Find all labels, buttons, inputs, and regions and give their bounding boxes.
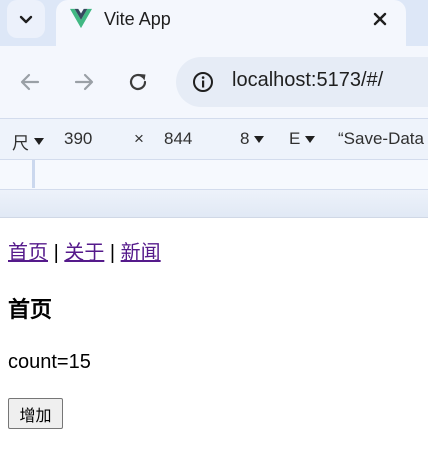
width-value: 390 xyxy=(64,129,93,148)
nav-link-about[interactable]: 关于 xyxy=(64,242,104,264)
chevron-down-icon xyxy=(19,15,33,24)
tab-close-button[interactable] xyxy=(368,7,392,31)
media-query-bar xyxy=(0,160,428,190)
page-nav: 首页 | 关于 | 新闻 xyxy=(8,236,161,265)
ruler-marker[interactable] xyxy=(32,160,35,188)
add-button[interactable]: 增加 xyxy=(8,398,63,429)
arrow-right-icon xyxy=(74,73,94,91)
zoom-dropdown[interactable]: 8 xyxy=(240,129,265,149)
forward-button[interactable] xyxy=(71,69,97,95)
device-dropdown[interactable]: 尺 xyxy=(12,129,44,154)
throttle-dropdown[interactable]: E xyxy=(289,129,316,149)
times-icon: × xyxy=(134,129,144,148)
ruler-bar xyxy=(0,190,428,218)
nav-link-news[interactable]: 新闻 xyxy=(121,242,161,264)
nav-link-home[interactable]: 首页 xyxy=(8,242,48,264)
caret-down-icon xyxy=(254,135,265,143)
height-input[interactable]: 844 xyxy=(164,129,192,149)
back-button[interactable] xyxy=(17,69,43,95)
device-label: 尺 xyxy=(12,134,29,153)
save-data-label: “Save-Data xyxy=(338,129,424,148)
arrow-left-icon xyxy=(20,73,40,91)
save-data-dropdown[interactable]: “Save-Data xyxy=(338,129,424,149)
dimension-separator: × xyxy=(134,129,144,149)
tab-title: Vite App xyxy=(104,9,171,29)
nav-separator: | xyxy=(109,242,116,264)
caret-down-icon xyxy=(34,138,44,145)
nav-separator: | xyxy=(53,242,59,264)
browser-tab[interactable]: Vite App xyxy=(56,0,406,46)
count-display: count=15 xyxy=(8,351,91,373)
tab-search-button[interactable] xyxy=(7,0,45,38)
zoom-label: 8 xyxy=(240,129,250,148)
caret-down-icon xyxy=(305,135,316,143)
device-toolbar: 尺 390 × 844 8 E “Save-Data xyxy=(0,118,428,160)
url-text[interactable]: localhost:5173/#/ xyxy=(232,69,383,92)
reload-button[interactable] xyxy=(125,69,151,95)
browser-tab-strip: Vite App xyxy=(0,0,428,46)
throttle-label: E xyxy=(289,129,301,148)
vue-logo-icon xyxy=(70,8,92,29)
height-value: 844 xyxy=(164,129,193,148)
address-bar[interactable]: localhost:5173/#/ xyxy=(176,57,428,107)
width-input[interactable]: 390 xyxy=(64,129,92,149)
browser-toolbar: localhost:5173/#/ xyxy=(0,46,428,118)
page-title: 首页 xyxy=(8,297,53,322)
info-icon[interactable] xyxy=(192,71,214,93)
page-viewport: 首页 | 关于 | 新闻 首页 count=15 增加 xyxy=(0,218,428,458)
close-icon xyxy=(373,12,387,26)
reload-icon xyxy=(129,73,147,91)
